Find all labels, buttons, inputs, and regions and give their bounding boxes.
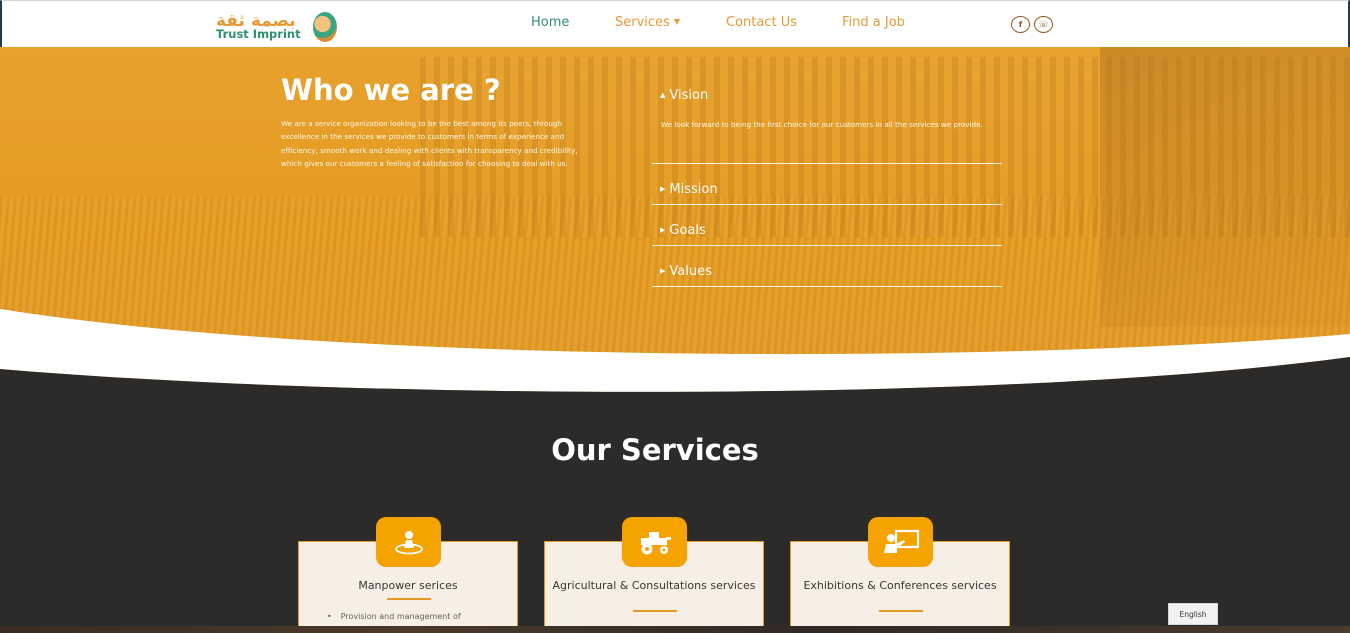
language-button[interactable]: English — [1168, 603, 1218, 625]
logo-english-text: Trust Imprint — [216, 27, 301, 41]
caret-right-icon: ▶ — [660, 226, 666, 234]
nav-services[interactable]: Services ▼ — [615, 15, 680, 30]
service-card-manpower[interactable]: Manpower serices • Provision and manageme… — [298, 517, 518, 633]
caret-up-icon: ▲ — [660, 91, 666, 99]
accordion-values[interactable]: ▶ Values — [652, 246, 1002, 287]
site-logo[interactable]: بصمة ثقة Trust Imprint — [216, 11, 341, 43]
whatsapp-icon[interactable]: ☏ — [1034, 16, 1053, 33]
accordion-vision-header[interactable]: ▲ Vision — [660, 88, 708, 103]
title-underline — [387, 598, 431, 600]
service-card-title: Agricultural & Consultations services — [552, 579, 756, 592]
service-card-exhibitions[interactable]: Exhibitions & Conferences services — [790, 517, 1010, 633]
caret-right-icon: ▶ — [660, 185, 666, 193]
service-list-item-text: Provision and management of — [340, 612, 461, 621]
nav-home[interactable]: Home — [531, 15, 569, 30]
service-card-title: Exhibitions & Conferences services — [803, 579, 997, 592]
tractor-icon — [622, 517, 687, 567]
nav-find-job[interactable]: Find a Job — [842, 15, 905, 30]
title-underline — [879, 610, 923, 612]
harvester-background-right — [1100, 47, 1350, 327]
accordion-mission[interactable]: ▶ Mission — [652, 164, 1002, 205]
accordion-vision-label: Vision — [669, 88, 709, 103]
title-underline — [633, 610, 677, 612]
accordion-goals-label: Goals — [669, 223, 706, 238]
nav-contact[interactable]: Contact Us — [726, 15, 797, 30]
caret-down-icon: ▼ — [673, 17, 680, 26]
accordion-vision[interactable]: ▲ Vision We look forward to being the fir… — [652, 47, 1002, 164]
about-description: We are a service organization looking to… — [281, 119, 578, 168]
section-wave-divider — [0, 309, 1350, 392]
bullet-icon: • — [327, 612, 332, 621]
nav-services-label: Services — [615, 15, 670, 30]
site-header: بصمة ثقة Trust Imprint Home Services ▼ Co… — [0, 0, 1350, 47]
person-pin-icon — [376, 517, 441, 567]
about-section: Who we are ? We are a service organizati… — [0, 47, 1350, 392]
accordion-mission-header[interactable]: ▶ Mission — [660, 182, 718, 197]
services-title: Our Services — [551, 433, 759, 467]
accordion-values-header[interactable]: ▶ Values — [660, 264, 712, 279]
accordion-mission-label: Mission — [669, 182, 718, 197]
presentation-icon — [868, 517, 933, 567]
caret-right-icon: ▶ — [660, 267, 666, 275]
accordion-goals-header[interactable]: ▶ Goals — [660, 223, 706, 238]
service-card-title: Manpower serices — [358, 579, 458, 592]
about-title: Who we are ? — [281, 73, 501, 107]
service-list-item: • Provision and management of — [327, 612, 461, 621]
facebook-icon[interactable]: f — [1011, 16, 1030, 33]
logo-emblem-icon — [313, 12, 337, 42]
service-card-agricultural[interactable]: Agricultural & Consultations services — [544, 517, 764, 633]
accordion-vision-body: We look forward to being the first choic… — [661, 120, 983, 129]
footer-image-strip — [0, 626, 1350, 633]
accordion-values-label: Values — [669, 264, 712, 279]
accordion-goals[interactable]: ▶ Goals — [652, 205, 1002, 246]
